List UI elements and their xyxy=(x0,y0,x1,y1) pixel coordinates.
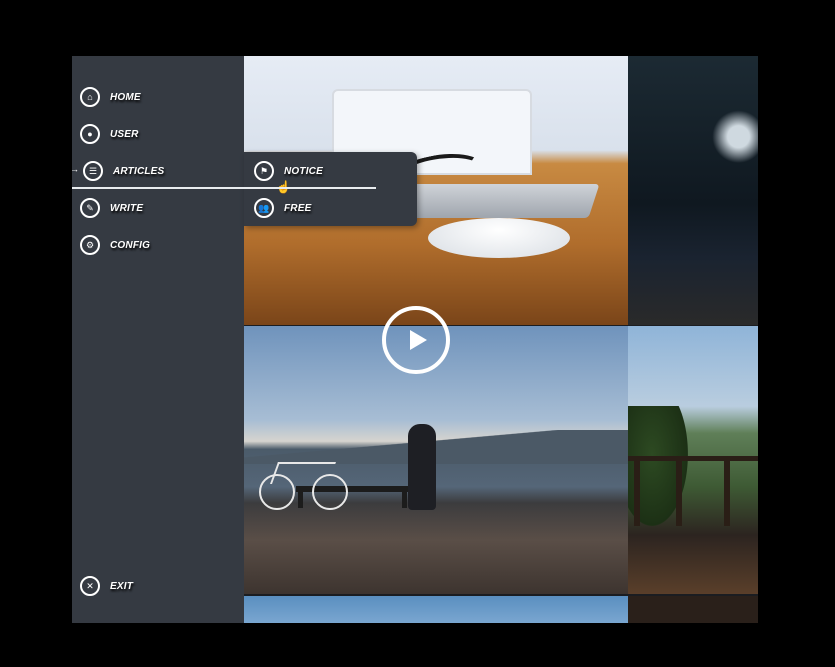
photo-forest-road[interactable] xyxy=(628,56,758,325)
sidebar-item-label: USER xyxy=(110,128,139,140)
photo-dark-bottom[interactable] xyxy=(628,596,758,623)
articles-submenu: ⚑ NOTICE ☝ 👥 FREE xyxy=(244,152,417,226)
mouse-image-part xyxy=(428,218,570,258)
sidebar-item-label: CONFIG xyxy=(110,239,151,251)
photo-deck-trees[interactable] xyxy=(628,326,758,594)
submenu-item-label: FREE xyxy=(284,202,312,214)
sidebar-item-config[interactable]: ⚙ CONFIG xyxy=(80,234,150,256)
user-icon: ● xyxy=(80,124,100,144)
sidebar-item-label: HOME xyxy=(110,91,141,103)
active-item-underline xyxy=(72,187,376,189)
sidebar-menu: ⌂ HOME ● USER → ☰ ARTICLES ✎ WRITE ⚙ CON… xyxy=(72,56,244,623)
rail-post xyxy=(724,456,730,526)
submenu-item-label: NOTICE xyxy=(284,165,323,177)
sidebar-item-exit[interactable]: ✕ EXIT xyxy=(80,575,133,597)
photo-sky-bottom[interactable] xyxy=(244,596,628,623)
bike-frame xyxy=(269,462,337,484)
group-icon: 👥 xyxy=(254,198,274,218)
play-icon xyxy=(410,330,427,350)
rail-post xyxy=(676,456,682,526)
sidebar-item-label: WRITE xyxy=(110,202,144,214)
man-image-part xyxy=(408,424,436,510)
active-arrow-icon: → xyxy=(72,164,79,174)
close-icon: ✕ xyxy=(80,576,100,596)
gear-icon: ⚙ xyxy=(80,235,100,255)
list-icon: ☰ xyxy=(83,161,103,181)
play-button[interactable] xyxy=(382,306,450,374)
mountains-image-part xyxy=(244,430,628,464)
bench-leg xyxy=(402,492,407,508)
flag-icon: ⚑ xyxy=(254,161,274,181)
sidebar-item-write[interactable]: ✎ WRITE xyxy=(80,197,143,219)
submenu-item-free[interactable]: 👥 FREE xyxy=(254,197,311,219)
sidebar-item-home[interactable]: ⌂ HOME xyxy=(80,86,141,108)
sidebar-item-user[interactable]: ● USER xyxy=(80,123,139,145)
railing-image-part xyxy=(628,456,758,521)
sidebar-item-label: ARTICLES xyxy=(113,165,165,177)
sidebar-item-articles[interactable]: ☰ ARTICLES xyxy=(83,160,164,182)
pencil-icon: ✎ xyxy=(80,198,100,218)
submenu-item-notice[interactable]: ⚑ NOTICE ☝ xyxy=(254,160,323,194)
sidebar-item-label: EXIT xyxy=(110,580,134,592)
app-frame: ⌂ HOME ● USER → ☰ ARTICLES ✎ WRITE ⚙ CON… xyxy=(72,56,758,623)
home-icon: ⌂ xyxy=(80,87,100,107)
bench-leg xyxy=(298,492,303,508)
rail-post xyxy=(634,456,640,526)
